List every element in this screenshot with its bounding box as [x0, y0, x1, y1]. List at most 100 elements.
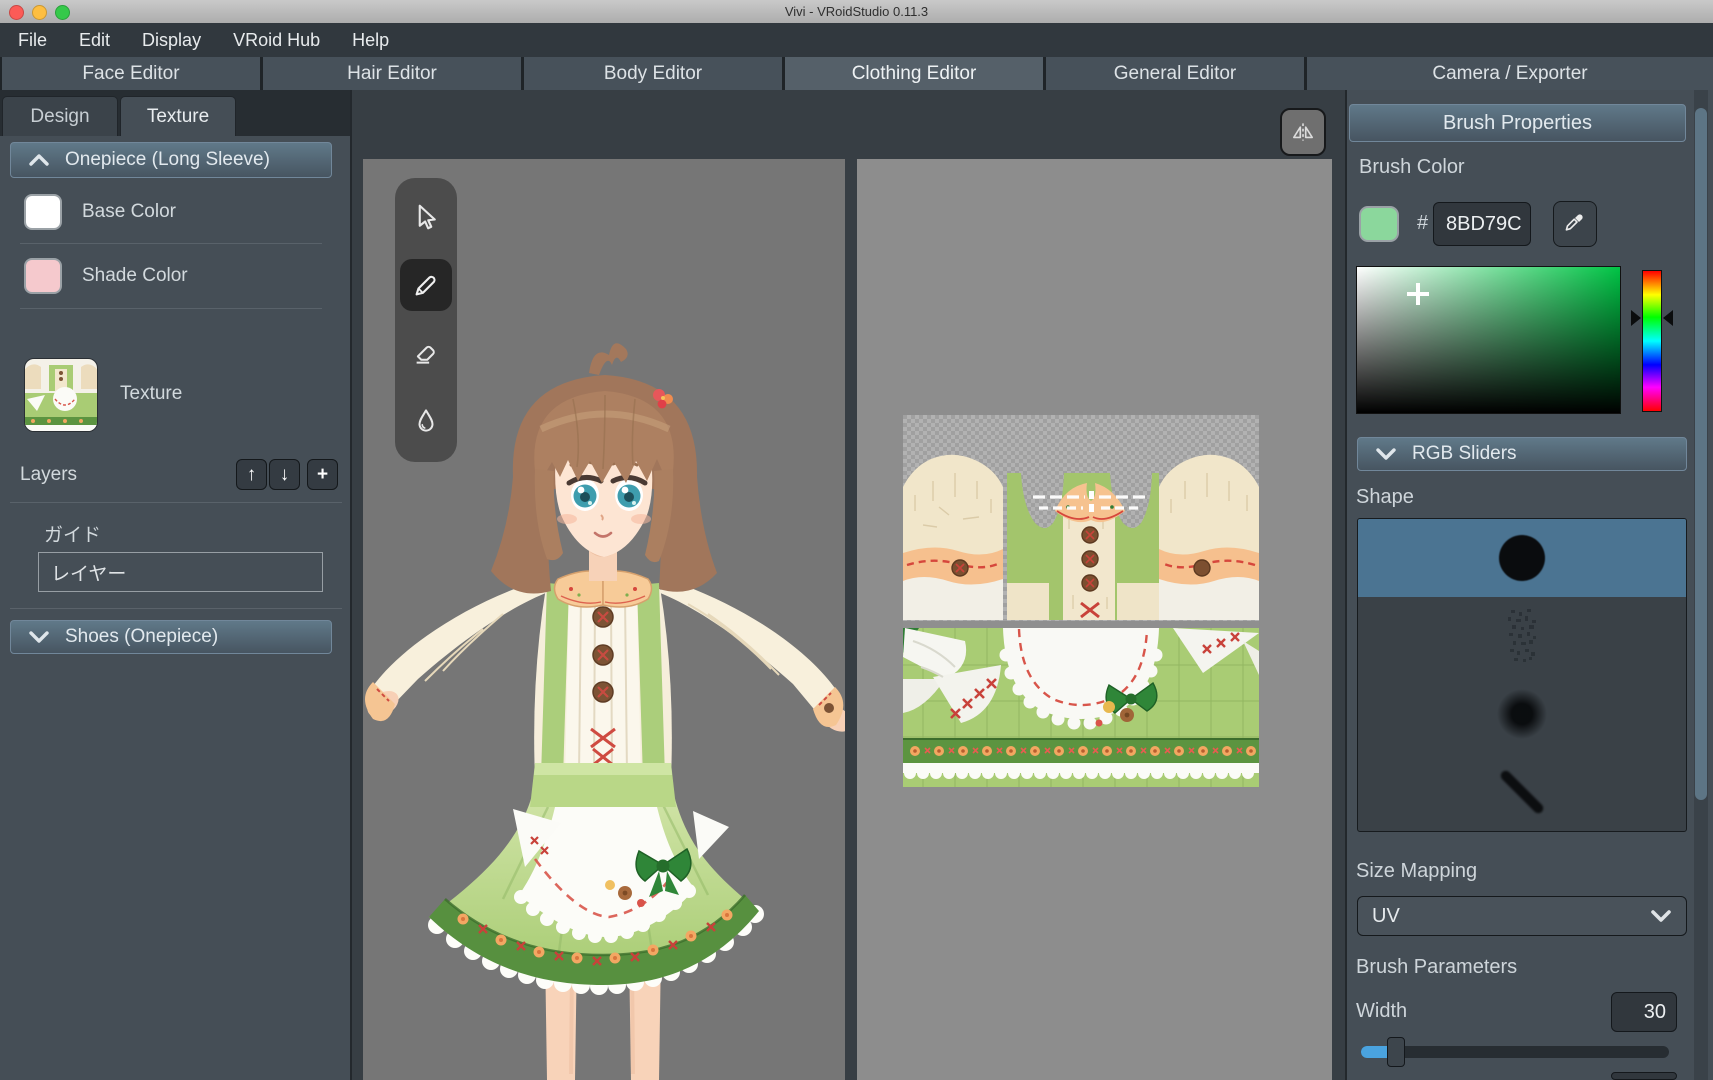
layer-move-up-button[interactable]: ↑ [236, 459, 267, 490]
paint-tool-palette [395, 178, 457, 462]
width-value: 30 [1643, 1000, 1666, 1023]
width-slider-handle[interactable] [1387, 1037, 1405, 1067]
brush-properties-header: Brush Properties [1349, 104, 1686, 142]
brush-shape-noise[interactable] [1358, 597, 1686, 675]
window-title: Vivi - VRoidStudio 0.11.3 [784, 4, 929, 19]
hue-marker-right-icon [1663, 310, 1673, 326]
tab-general-editor[interactable]: General Editor [1046, 57, 1304, 90]
menu-edit[interactable]: Edit [63, 23, 126, 57]
layer-item-selected[interactable]: レイヤー [38, 552, 323, 592]
menu-file[interactable]: File [2, 23, 63, 57]
divider [10, 502, 342, 503]
tab-body-editor[interactable]: Body Editor [524, 57, 782, 90]
texture-uv-viewport[interactable] [857, 159, 1332, 1080]
texture-thumbnail[interactable] [24, 358, 98, 432]
menu-vroid-hub[interactable]: VRoid Hub [217, 23, 336, 57]
pencil-tool-button[interactable] [400, 259, 452, 311]
title-bar[interactable]: Vivi - VRoidStudio 0.11.3 [0, 0, 1713, 23]
circle-brush-icon [1499, 535, 1545, 581]
chevron-down-icon [1376, 447, 1396, 461]
rgb-sliders-title: RGB Sliders [1412, 443, 1517, 464]
layer-group-guide[interactable]: ガイド [44, 520, 101, 547]
texture-item-label: Texture [120, 383, 183, 404]
texture-thumbnail-image [25, 359, 97, 431]
minimize-window-icon[interactable] [32, 5, 47, 20]
eraser-icon [416, 345, 435, 364]
section-rgb-sliders[interactable]: RGB Sliders [1357, 437, 1687, 471]
tab-camera-exporter[interactable]: Camera / Exporter [1307, 57, 1713, 90]
divider [20, 308, 322, 309]
cursor-icon [418, 204, 436, 230]
shade-color-swatch[interactable] [24, 258, 62, 294]
chevron-up-icon [29, 153, 49, 167]
chevron-down-icon [29, 630, 49, 644]
panel-scrollbar-thumb[interactable] [1695, 108, 1707, 800]
menu-display[interactable]: Display [126, 23, 217, 57]
eraser-tool-button[interactable] [400, 326, 452, 378]
soft-round-brush-icon [1496, 688, 1548, 740]
brush-color-hex-input[interactable] [1433, 202, 1531, 246]
mirror-symmetry-button[interactable] [1280, 108, 1326, 156]
saturation-value-picker[interactable] [1356, 266, 1621, 414]
tab-clothing-editor[interactable]: Clothing Editor [785, 57, 1043, 90]
brush-color-label: Brush Color [1359, 156, 1465, 178]
layers-label: Layers [20, 464, 78, 485]
pencil-icon [415, 275, 436, 296]
zoom-window-icon[interactable] [55, 5, 70, 20]
blend-tool-button[interactable] [400, 395, 452, 447]
eyedropper-icon [1565, 214, 1583, 231]
panel-scrollbar[interactable] [1694, 90, 1708, 1080]
uv-texture-map [903, 415, 1259, 787]
droplet-icon [418, 409, 434, 432]
down-arrow-icon: ↓ [279, 463, 290, 485]
width-label: Width [1356, 1000, 1408, 1022]
width-value-box[interactable]: 30 [1611, 992, 1677, 1032]
brush-shape-list [1357, 518, 1687, 832]
up-arrow-icon: ↑ [246, 463, 257, 485]
brush-parameters-title: Brush Parameters [1356, 956, 1518, 978]
shape-label: Shape [1356, 486, 1414, 508]
size-mapping-label: Size Mapping [1356, 860, 1478, 882]
panel-tab-strip: Design Texture [0, 90, 350, 136]
editor-tab-bar: Face Editor Hair Editor Body Editor Clot… [0, 57, 1713, 90]
section-shoes-onepiece[interactable]: Shoes (Onepiece) [10, 620, 332, 654]
divider [10, 608, 342, 609]
plus-icon: + [316, 463, 329, 485]
brush-properties-panel: Brush Properties Brush Color # RGB Slide… [1345, 90, 1713, 1080]
layer-item-label: レイヤー [51, 563, 127, 585]
tab-texture[interactable]: Texture [120, 96, 236, 136]
tab-design[interactable]: Design [2, 96, 118, 136]
tab-face-editor[interactable]: Face Editor [2, 57, 260, 90]
shade-color-label: Shade Color [82, 265, 188, 286]
layer-add-button[interactable]: + [307, 459, 338, 490]
brush-color-swatch[interactable] [1359, 206, 1399, 242]
width-slider[interactable] [1361, 1037, 1669, 1067]
tab-hair-editor[interactable]: Hair Editor [263, 57, 521, 90]
brush-shape-soft-round[interactable] [1358, 675, 1686, 753]
section-onepiece-long-sleeve[interactable]: Onepiece (Long Sleeve) [10, 142, 332, 178]
brush-shape-circle[interactable] [1358, 519, 1686, 597]
section-title: Shoes (Onepiece) [65, 626, 219, 647]
mirror-icon [1292, 123, 1314, 141]
noise-brush-icon [1508, 609, 1536, 662]
size-mapping-dropdown[interactable]: UV [1357, 896, 1687, 936]
base-color-swatch[interactable] [24, 194, 62, 230]
layer-move-down-button[interactable]: ↓ [269, 459, 300, 490]
color-picker-cursor[interactable] [1407, 283, 1429, 305]
hue-slider[interactable] [1642, 270, 1662, 412]
eyedropper-button[interactable] [1553, 201, 1597, 247]
model-3d-viewport[interactable] [363, 159, 845, 1080]
clothing-texture-panel: Design Texture Onepiece (Long Sleeve) Ba… [0, 90, 352, 1080]
menu-help[interactable]: Help [336, 23, 405, 57]
menu-bar: File Edit Display VRoid Hub Help [0, 23, 1713, 57]
hue-marker-left-icon [1631, 310, 1641, 326]
size-mapping-value: UV [1372, 904, 1400, 927]
section-title: Onepiece (Long Sleeve) [65, 149, 270, 170]
stroke-brush-icon [1498, 768, 1546, 816]
select-tool-button[interactable] [400, 191, 452, 243]
next-parameter-box-clipped [1611, 1072, 1677, 1080]
canvas-area [352, 90, 1345, 1080]
brush-shape-stroke[interactable] [1358, 753, 1686, 831]
base-color-label: Base Color [82, 201, 176, 222]
close-window-icon[interactable] [9, 5, 24, 20]
